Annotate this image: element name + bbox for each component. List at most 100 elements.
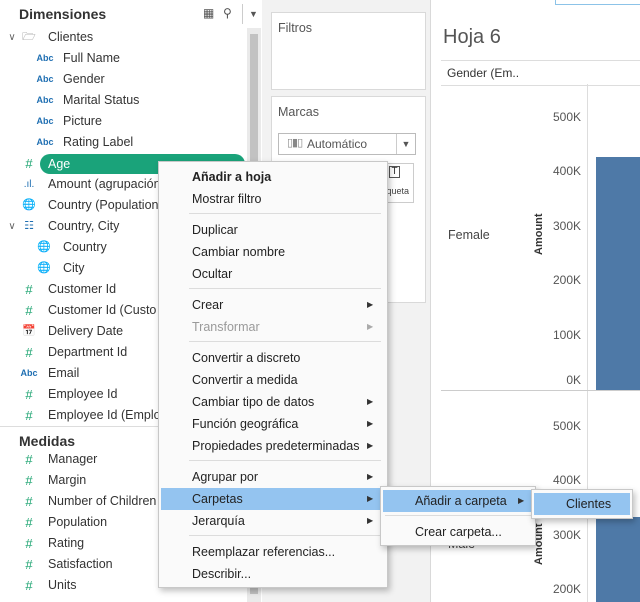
add-to-folder-submenu: Clientes (531, 489, 633, 519)
menu-item-change-data-type[interactable]: Cambiar tipo de datos ▶ (159, 391, 387, 413)
mark-type-dropdown[interactable]: ▯▮▯ Automático ▼ (278, 133, 416, 155)
field-label: Gender (63, 72, 105, 86)
field-marital-status[interactable]: Abc Marital Status (0, 90, 245, 111)
menu-item-label: Clientes (566, 497, 612, 511)
number-type-icon: # (25, 156, 33, 171)
number-type-icon: # (25, 494, 33, 509)
menu-separator (189, 213, 381, 214)
field-label: Clientes (48, 30, 94, 44)
field-label: Units (48, 578, 77, 592)
tick-label: 500K (552, 110, 581, 124)
field-label: Customer Id (Custo (48, 303, 157, 317)
menu-item-hierarchy[interactable]: Jerarquía ▶ (159, 510, 387, 532)
folder-clientes[interactable]: ∨ 🗁 Clientes (0, 27, 245, 48)
string-type-icon: Abc (36, 74, 54, 84)
field-label: Manager (48, 452, 98, 466)
menu-separator (189, 460, 381, 461)
field-label: Amount (agrupación) (48, 177, 165, 191)
menu-item-group-by[interactable]: Agrupar por ▶ (159, 466, 387, 488)
menu-item-label: Añadir a carpeta (415, 494, 507, 508)
field-label: Delivery Date (48, 324, 124, 338)
bar-male[interactable] (596, 517, 640, 602)
submenu-arrow-icon: ▶ (367, 494, 374, 503)
menu-item-label: Duplicar (192, 223, 238, 237)
tick-label: 300K (552, 219, 581, 233)
field-label: Marital Status (63, 93, 140, 107)
menu-item-rename[interactable]: Cambiar nombre (159, 241, 387, 263)
menu-item-add-to-folder[interactable]: Añadir a carpeta ▶ (383, 490, 533, 512)
field-label: Satisfaction (48, 557, 113, 571)
menu-item-show-filter[interactable]: Mostrar filtro (159, 188, 387, 210)
menu-item-label: Reemplazar referencias... (192, 545, 336, 559)
field-label: Margin (48, 473, 87, 487)
tick-label: 100K (552, 328, 581, 342)
search-icon[interactable]: ⚲ (223, 6, 232, 20)
string-type-icon: Abc (20, 368, 38, 378)
menu-item-label: Convertir a medida (192, 373, 298, 387)
number-type-icon: # (25, 452, 33, 467)
string-type-icon: Abc (36, 53, 54, 63)
field-label: Country (Population) (48, 198, 163, 212)
menu-item-create-folder[interactable]: Crear carpeta... (381, 521, 535, 543)
number-type-icon: # (25, 515, 33, 530)
menu-item-label: Crear (192, 298, 224, 312)
number-type-icon: # (25, 387, 33, 402)
menu-item-folder-clientes[interactable]: Clientes (534, 493, 630, 515)
number-type-icon: # (25, 473, 33, 488)
menu-item-geographic-role[interactable]: Función geográfica ▶ (159, 413, 387, 435)
menu-item-folders[interactable]: Carpetas ▶ (161, 488, 385, 510)
menu-item-transform: Transformar ▶ (159, 316, 387, 338)
chevron-down-icon[interactable]: ∨ (3, 216, 21, 237)
menu-item-label: Propiedades predeterminadas (192, 439, 360, 453)
field-picture[interactable]: Abc Picture (0, 111, 245, 132)
bar-chart-icon: ▯▮▯ (287, 137, 303, 149)
column-header-label: Gender (Em.. (447, 66, 520, 80)
field-label: Employee Id (Emplo (48, 408, 161, 422)
filters-shelf[interactable]: Filtros (271, 12, 426, 90)
view-list-icon[interactable]: ▦ (203, 6, 214, 20)
string-type-icon: Abc (36, 116, 54, 126)
measures-title: Medidas (19, 433, 76, 449)
dimensions-header: Dimensiones ▦ ⚲ ▼ (0, 0, 262, 28)
menu-separator (189, 288, 381, 289)
menu-item-convert-discrete[interactable]: Convertir a discreto (159, 347, 387, 369)
menu-item-add-to-sheet[interactable]: Añadir a hoja (159, 166, 387, 188)
pane-menu-chevron-icon[interactable]: ▼ (249, 9, 258, 19)
menu-item-label: Jerarquía (192, 514, 245, 528)
menu-item-duplicate[interactable]: Duplicar (159, 219, 387, 241)
axis-divider (587, 84, 588, 602)
menu-item-convert-measure[interactable]: Convertir a medida (159, 369, 387, 391)
chevron-down-icon[interactable]: ∨ (3, 27, 21, 48)
column-header[interactable]: Gender (Em.. (441, 60, 640, 86)
menu-item-hide[interactable]: Ocultar (159, 263, 387, 285)
menu-item-describe[interactable]: Describir... (159, 563, 387, 585)
globe-icon: 🌐 (37, 262, 51, 274)
menu-item-label: Convertir a discreto (192, 351, 301, 365)
menu-item-label: Carpetas (192, 492, 243, 506)
bar-female[interactable] (596, 157, 640, 390)
chevron-down-icon[interactable]: ▼ (396, 134, 415, 154)
field-full-name[interactable]: Abc Full Name (0, 48, 245, 69)
submenu-arrow-icon: ▶ (518, 496, 525, 505)
field-label: City (63, 261, 85, 275)
menu-item-label: Cambiar tipo de datos (192, 395, 315, 409)
menu-item-replace-references[interactable]: Reemplazar referencias... (159, 541, 387, 563)
submenu-arrow-icon: ▶ (367, 516, 374, 525)
number-type-icon: # (25, 557, 33, 572)
menu-separator (189, 535, 381, 536)
tick-label: 200K (552, 582, 581, 596)
field-label: Population (48, 515, 108, 529)
row-label-female: Female (448, 228, 490, 242)
field-label: Customer Id (48, 282, 117, 296)
string-type-icon: Abc (36, 137, 54, 147)
calendar-icon: 📅 (22, 325, 36, 337)
field-gender[interactable]: Abc Gender (0, 69, 245, 90)
field-rating-label[interactable]: Abc Rating Label (0, 132, 245, 153)
menu-item-create[interactable]: Crear ▶ (159, 294, 387, 316)
menu-separator (385, 515, 531, 516)
number-type-icon: # (25, 536, 33, 551)
filters-title: Filtros (278, 21, 313, 35)
field-label: Picture (63, 114, 102, 128)
menu-item-default-properties[interactable]: Propiedades predeterminadas ▶ (159, 435, 387, 457)
tick-label: 500K (552, 419, 581, 433)
